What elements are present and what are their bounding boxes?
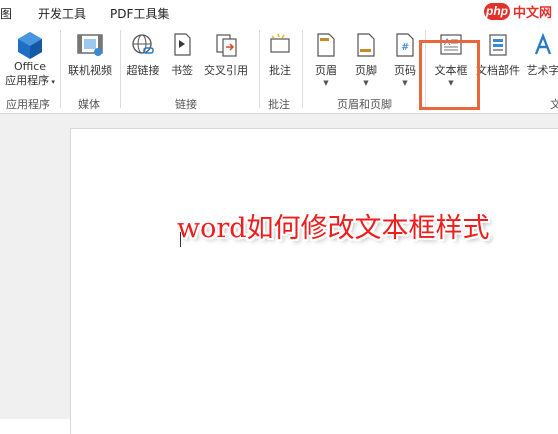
site-name: 中文网 (512, 6, 552, 21)
online-video-label: 联机视频 (68, 64, 112, 77)
hyperlink-button[interactable]: 超链接 (123, 32, 163, 78)
header-label: 页眉 (315, 64, 337, 77)
document-parts-button[interactable]: 文档部件 (474, 32, 522, 78)
new-comment-icon (268, 32, 292, 58)
online-video-button[interactable]: 联机视频 (64, 32, 116, 78)
group-separator (60, 30, 61, 108)
bookmark-label: 书签 (171, 64, 193, 77)
document-headline: word如何修改文本框样式 (177, 213, 490, 244)
comment-button[interactable]: 批注 (262, 32, 298, 78)
group-label-header-footer: 页眉和页脚 (337, 98, 392, 111)
document-parts-label: 文档部件 (476, 64, 520, 77)
tab-pdf-tools[interactable]: PDF工具集 (110, 5, 169, 22)
office-apps-button[interactable]: Office 应用程序 ▾ (2, 30, 58, 89)
textbox-highlight-frame (419, 40, 480, 110)
group-separator (302, 30, 303, 108)
footer-label: 页脚 (355, 64, 377, 77)
page-number-button[interactable]: # 页码 ▼ (388, 32, 422, 88)
wordart-icon (530, 32, 556, 58)
tab-developer[interactable]: 开发工具 (38, 5, 86, 22)
cross-reference-button[interactable]: 交叉引用 (200, 32, 252, 78)
footer-icon (355, 32, 377, 58)
text-cursor (180, 232, 181, 247)
group-label-comments: 批注 (268, 98, 290, 111)
chevron-down-icon: ▼ (363, 79, 369, 87)
bookmark-button[interactable]: 书签 (166, 32, 198, 78)
page-number-label: 页码 (394, 64, 416, 77)
group-separator (120, 30, 121, 108)
document-parts-icon (485, 32, 511, 58)
tab-view-partial[interactable]: 图 (0, 5, 12, 22)
document-canvas: word如何修改文本框样式 (0, 114, 558, 434)
hyperlink-label: 超链接 (126, 64, 160, 77)
office-apps-icon (16, 30, 44, 60)
chevron-down-icon: ▼ (402, 79, 408, 87)
film-icon (75, 32, 105, 58)
page-number-icon: # (394, 32, 416, 58)
group-label-media: 媒体 (78, 98, 100, 111)
insert-ribbon: Office 应用程序 ▾ 应用程序 联机视频 媒体 超链接 书签 交叉引用 链… (0, 24, 558, 114)
header-button[interactable]: 页眉 ▼ (308, 32, 344, 88)
office-apps-label-1: Office (13, 60, 47, 73)
office-apps-label-2: 应用程序 ▾ (5, 74, 55, 87)
group-separator (259, 30, 260, 108)
group-label-links: 链接 (175, 98, 197, 111)
cross-reference-icon (213, 32, 239, 58)
svg-text:#: # (401, 42, 409, 53)
header-icon (315, 32, 337, 58)
php-logo: php (483, 3, 510, 20)
chevron-down-icon: ▼ (323, 79, 329, 87)
bookmark-icon (171, 32, 193, 58)
cross-reference-label: 交叉引用 (204, 64, 248, 77)
document-page[interactable]: word如何修改文本框样式 (70, 128, 558, 434)
wordart-button[interactable]: 艺术字 (523, 32, 558, 78)
group-label-text-partial: 文 (550, 98, 558, 111)
wordart-label: 艺术字 (526, 64, 558, 77)
ribbon-tab-row: 图 开发工具 PDF工具集 php 中文网 (0, 0, 558, 24)
globe-link-icon (130, 32, 156, 58)
footer-button[interactable]: 页脚 ▼ (348, 32, 384, 88)
group-label-apps: 应用程序 (6, 98, 50, 111)
watermark-badge: php 中文网 (483, 1, 552, 22)
comment-label: 批注 (269, 64, 291, 77)
